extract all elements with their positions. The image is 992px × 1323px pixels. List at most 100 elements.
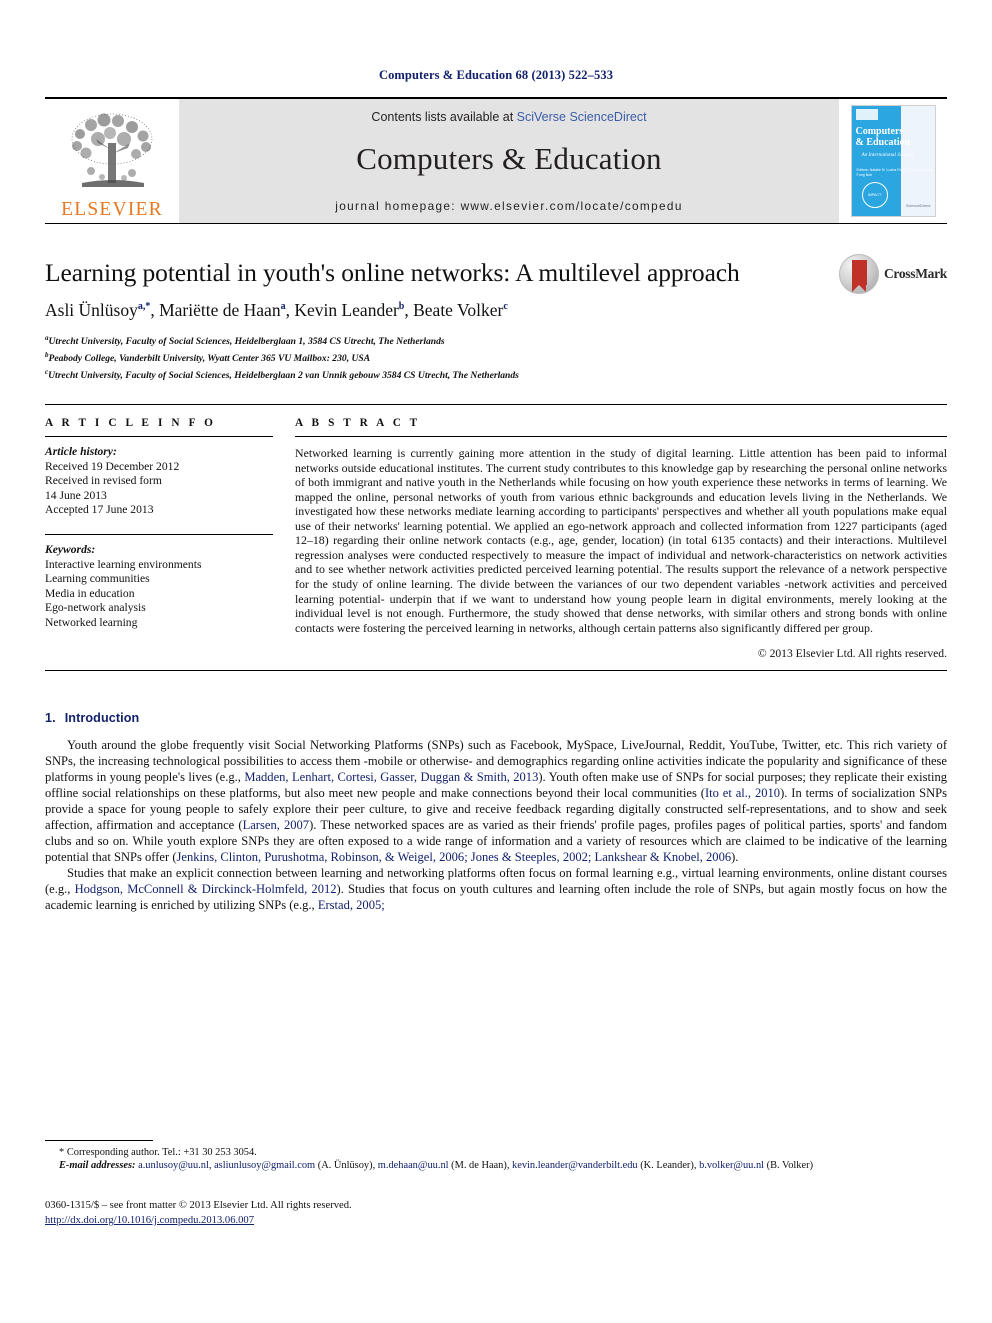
sciencedirect-link[interactable]: SciVerse ScienceDirect <box>517 110 647 124</box>
abstract-bottom-rule <box>45 670 947 672</box>
abstract-rule <box>295 436 947 438</box>
article-info-column: A R T I C L E I N F O Article history: R… <box>45 417 273 660</box>
abstract-copyright: © 2013 Elsevier Ltd. All rights reserved… <box>757 647 947 661</box>
email-owner: (K. Leander) <box>640 1160 694 1172</box>
introduction-section: 1. Introduction Youth around the globe fr… <box>45 711 947 914</box>
author-name: Mariëtte de Haan <box>159 300 281 321</box>
keywords-block: Keywords: Interactive learning environme… <box>45 543 273 631</box>
affiliation-text: Utrecht University, Faculty of Social Sc… <box>48 369 519 381</box>
section-title: Introduction <box>64 711 140 726</box>
cover-publisher: ScienceDirect <box>905 203 931 208</box>
keyword-item: Media in education <box>45 586 135 600</box>
affiliation-text: Utrecht University, Faculty of Social Sc… <box>48 336 445 348</box>
issn-copyright-line: 0360-1315/$ – see front matter © 2013 El… <box>45 1200 352 1212</box>
affiliation-text: Peabody College, Vanderbilt University, … <box>48 353 371 365</box>
author-marks: c <box>503 301 508 313</box>
author: Asli Ünlüsoya,* <box>45 300 150 320</box>
info-abstract-row: A R T I C L E I N F O Article history: R… <box>45 417 947 660</box>
footnotes-block: * Corresponding author. Tel.: +31 30 253… <box>45 1140 947 1229</box>
masthead-center: Contents lists available at SciVerse Sci… <box>179 99 839 223</box>
email-addresses-note: E-mail addresses: a.unlusoy@uu.nl, asliu… <box>59 1160 814 1172</box>
history-item: Received 19 December 2012 <box>45 459 180 473</box>
affiliation-list: aUtrecht University, Faculty of Social S… <box>45 332 947 382</box>
journal-cover-thumbnail[interactable]: Computers & Education An International J… <box>850 105 936 217</box>
author-name: Asli Ünlüsoy <box>45 300 138 321</box>
author-name: Beate Volker <box>413 300 504 321</box>
cover-subtitle: An International Journal <box>861 152 914 158</box>
abstract-heading: A B S T R A C T <box>295 417 421 430</box>
abstract-column: A B S T R A C T Networked learning is cu… <box>295 417 947 660</box>
author-marks: a <box>280 301 286 313</box>
affiliation: cUtrecht University, Faculty of Social S… <box>45 366 947 383</box>
title-block: Learning potential in youth's online net… <box>45 254 947 382</box>
email-label: E-mail addresses: <box>59 1160 136 1172</box>
email-link[interactable]: b.volker@uu.nl <box>699 1160 764 1171</box>
elsevier-wordmark: ELSEVIER <box>61 198 163 220</box>
cover-title-line2: & Education <box>855 137 911 148</box>
abstract-text: Networked learning is currently gaining … <box>295 446 947 635</box>
citation-link[interactable]: Ito et al., 2010 <box>705 786 780 800</box>
author: Beate Volkerc <box>413 300 508 320</box>
citation-link[interactable]: Larsen, 2007 <box>243 818 310 832</box>
history-item: Received in revised form <box>45 474 162 488</box>
corresponding-text: Corresponding author. Tel.: +31 30 253 3… <box>66 1147 257 1158</box>
journal-homepage-link[interactable]: journal homepage: www.elsevier.com/locat… <box>335 199 682 213</box>
article-info-rule <box>45 436 273 438</box>
email-link[interactable]: asliunlusoy@gmail.com <box>214 1160 315 1171</box>
para1-text-e: ). <box>731 849 739 864</box>
email-link[interactable]: a.unlusoy@uu.nl <box>138 1160 209 1171</box>
elsevier-logo: ELSEVIER <box>45 99 179 223</box>
citation-link[interactable]: Erstad, 2005; <box>318 898 385 912</box>
keyword-item: Ego-network analysis <box>45 601 146 615</box>
doi-link[interactable]: http://dx.doi.org/10.1016/j.compedu.2013… <box>45 1214 947 1229</box>
footnote-rule <box>45 1140 153 1141</box>
keywords-rule <box>45 534 273 536</box>
cover-elsevier-mark <box>855 109 878 120</box>
crossmark-flag-shape <box>851 260 867 292</box>
cover-impact-seal: IMPACT FACTOR 2.630 <box>861 182 888 208</box>
section-number: 1. <box>45 711 56 726</box>
article-page: Computers & Education 68 (2013) 522–533 <box>0 0 992 1323</box>
corresponding-author-note: * Corresponding author. Tel.: +31 30 253… <box>45 1146 947 1159</box>
keywords-label: Keywords: <box>45 543 96 557</box>
email-owner: (A. Ünlüsoy) <box>317 1160 373 1172</box>
corresponding-marker: * <box>59 1147 65 1158</box>
author: Mariëtte de Haana <box>159 300 285 320</box>
introduction-paragraph-2: Studies that make an explicit connection… <box>45 866 947 914</box>
introduction-paragraph-1: Youth around the globe frequently visit … <box>45 738 947 865</box>
cover-title-line1: Computers <box>855 126 904 137</box>
email-owner: (B. Volker) <box>766 1160 814 1172</box>
author-name: Kevin Leander <box>294 300 399 321</box>
journal-masthead: ELSEVIER Contents lists available at Sci… <box>45 97 947 224</box>
keyword-item: Interactive learning environments <box>45 557 202 571</box>
article-history: Article history: Received 19 December 20… <box>45 445 273 518</box>
cover-title: Computers & Education <box>856 126 911 148</box>
history-item: Accepted 17 June 2013 <box>45 503 154 517</box>
masthead-right: Computers & Education An International J… <box>839 99 947 223</box>
author-list: Asli Ünlüsoya,*, Mariëtte de Haana, Kevi… <box>45 300 508 321</box>
author-marks: a,* <box>137 301 151 313</box>
info-top-rule <box>45 404 947 406</box>
history-item: 14 June 2013 <box>45 488 107 502</box>
article-history-label: Article history: <box>45 445 117 459</box>
email-link[interactable]: m.dehaan@uu.nl <box>378 1160 449 1171</box>
running-head: Computers & Education 68 (2013) 522–533 <box>378 68 614 82</box>
keyword-item: Learning communities <box>45 572 150 586</box>
citation-link[interactable]: Madden, Lenhart, Cortesi, Gasser, Duggan… <box>244 770 538 784</box>
email-link[interactable]: kevin.leander@vanderbilt.edu <box>512 1160 638 1171</box>
article-info-heading: A R T I C L E I N F O <box>45 417 216 430</box>
contents-available-line: Contents lists available at SciVerse Sci… <box>371 110 646 124</box>
crossmark-label: CrossMark <box>883 266 947 281</box>
contents-prefix: Contents lists available at <box>371 110 517 124</box>
crossmark-icon <box>838 254 879 294</box>
cover-editors: Editors: Natalie N. Lucha Ron C.H. Cheun… <box>856 168 934 177</box>
citation-link[interactable]: Hodgson, McConnell & Dirckinck-Holmfeld,… <box>75 882 337 896</box>
page-title: Learning potential in youth's online net… <box>45 258 740 287</box>
journal-title: Computers & Education <box>356 141 662 176</box>
affiliation: bPeabody College, Vanderbilt University,… <box>45 349 947 366</box>
crossmark-badge[interactable]: CrossMark <box>838 254 947 294</box>
email-owner: (M. de Haan) <box>451 1160 507 1172</box>
keyword-item: Networked learning <box>45 616 138 630</box>
citation-link[interactable]: Jenkins, Clinton, Purushotma, Robinson, … <box>177 850 732 864</box>
introduction-heading: 1. Introduction <box>45 711 947 725</box>
